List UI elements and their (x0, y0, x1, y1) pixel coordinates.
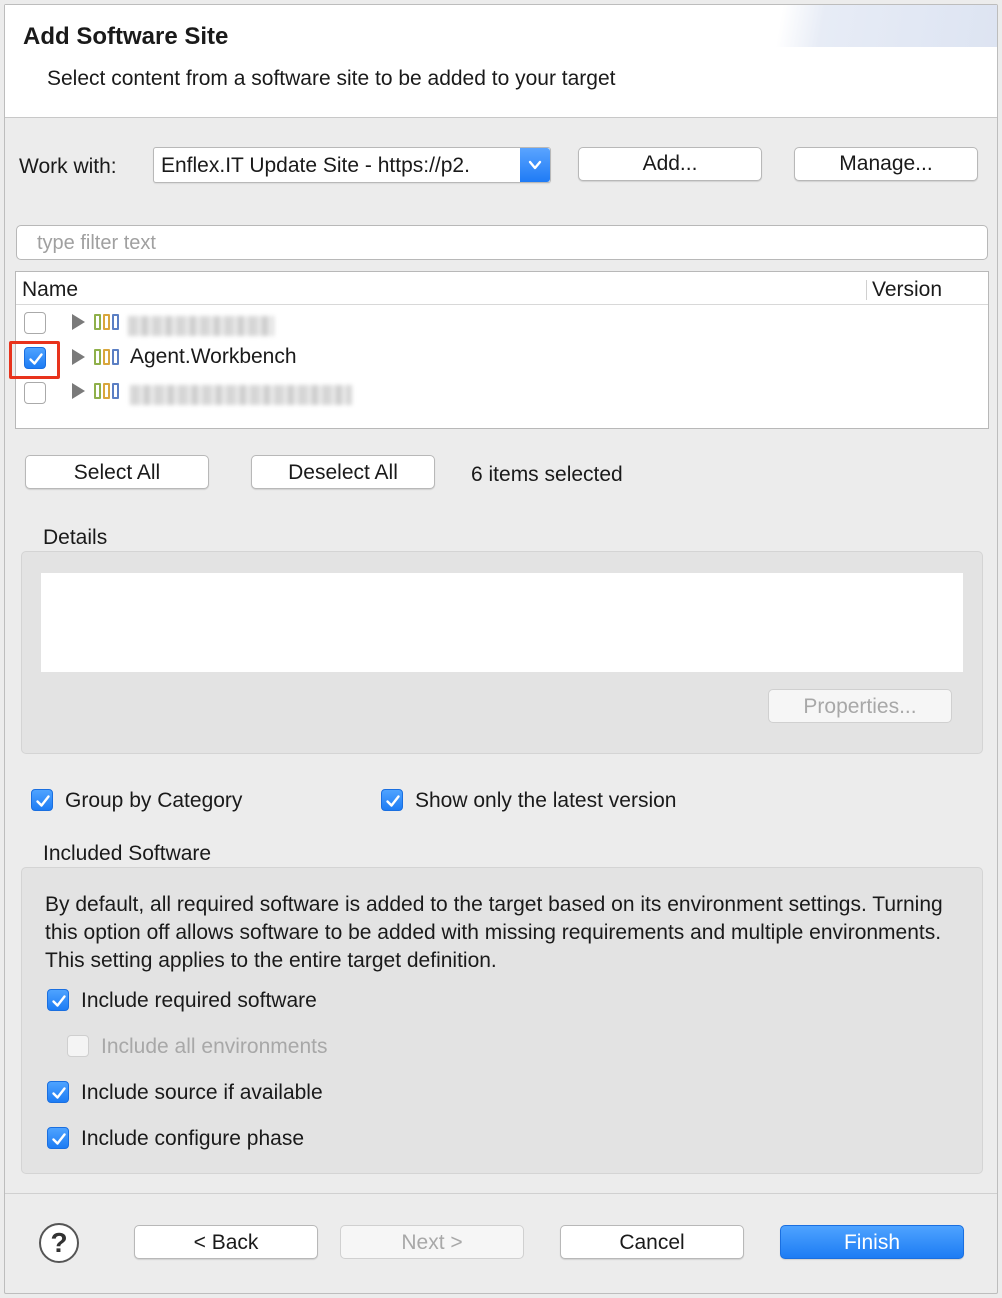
feature-icon (94, 349, 122, 365)
feature-icon (94, 314, 122, 330)
dialog-subtitle: Select content from a software site to b… (47, 67, 616, 90)
include-all-environments-label: Include all environments (101, 1035, 328, 1058)
chevron-down-icon[interactable] (520, 148, 550, 182)
finish-button[interactable]: Finish (780, 1225, 964, 1259)
include-configure-label[interactable]: Include configure phase (81, 1127, 304, 1151)
features-tree: Name Version Agent.Workbench (15, 271, 989, 429)
work-with-label: Work with: (19, 155, 117, 178)
manage-sites-button[interactable]: Manage... (794, 147, 978, 181)
next-button[interactable]: Next > (340, 1225, 524, 1259)
include-configure-checkbox[interactable] (47, 1127, 69, 1149)
include-all-environments-checkbox[interactable] (67, 1035, 89, 1057)
column-version[interactable]: Version (872, 278, 942, 302)
expand-arrow-icon[interactable] (72, 314, 85, 330)
expand-arrow-icon[interactable] (72, 383, 85, 399)
included-software-description: By default, all required software is add… (45, 893, 943, 972)
properties-button[interactable]: Properties... (768, 689, 952, 723)
feature-icon (94, 383, 122, 399)
details-label: Details (43, 526, 108, 549)
show-latest-version-checkbox[interactable] (381, 789, 403, 811)
work-with-value: Enflex.IT Update Site - https://p2. (161, 154, 470, 177)
include-source-label[interactable]: Include source if available (81, 1081, 323, 1105)
group-by-category-label[interactable]: Group by Category (65, 789, 242, 813)
details-text-area (41, 573, 963, 672)
dialog-title: Add Software Site (23, 23, 229, 50)
tree-row[interactable]: Agent.Workbench (16, 340, 988, 374)
include-required-label[interactable]: Include required software (81, 989, 317, 1013)
add-site-button[interactable]: Add... (578, 147, 762, 181)
add-software-site-dialog: Add Software Site Select content from a … (4, 4, 998, 1294)
cancel-button[interactable]: Cancel (560, 1225, 744, 1259)
blurred-feature-name (130, 385, 352, 405)
header-banner (697, 5, 997, 47)
included-software-label: Included Software (43, 842, 212, 865)
expand-arrow-icon[interactable] (72, 349, 85, 365)
group-by-category-checkbox[interactable] (31, 789, 53, 811)
blurred-feature-name (128, 316, 274, 336)
column-name[interactable]: Name (22, 278, 78, 302)
row-checkbox[interactable] (24, 312, 46, 334)
work-with-combo[interactable]: Enflex.IT Update Site - https://p2. (153, 147, 551, 183)
show-latest-version-label[interactable]: Show only the latest version (415, 789, 676, 813)
footer-separator (5, 1193, 997, 1194)
deselect-all-button[interactable]: Deselect All (251, 455, 435, 489)
feature-name: Agent.Workbench (130, 345, 297, 368)
back-button[interactable]: < Back (134, 1225, 318, 1259)
highlight-annotation (9, 341, 60, 379)
include-source-checkbox[interactable] (47, 1081, 69, 1103)
help-icon[interactable]: ? (39, 1223, 79, 1263)
column-separator (866, 280, 867, 300)
tree-row[interactable] (16, 374, 988, 408)
tree-header: Name Version (16, 272, 988, 305)
filter-input[interactable]: type filter text (16, 225, 988, 260)
tree-row[interactable] (16, 306, 988, 340)
dialog-header: Add Software Site Select content from a … (5, 5, 997, 118)
selection-count: 6 items selected (471, 463, 623, 486)
select-all-button[interactable]: Select All (25, 455, 209, 489)
include-required-checkbox[interactable] (47, 989, 69, 1011)
row-checkbox[interactable] (24, 382, 46, 404)
